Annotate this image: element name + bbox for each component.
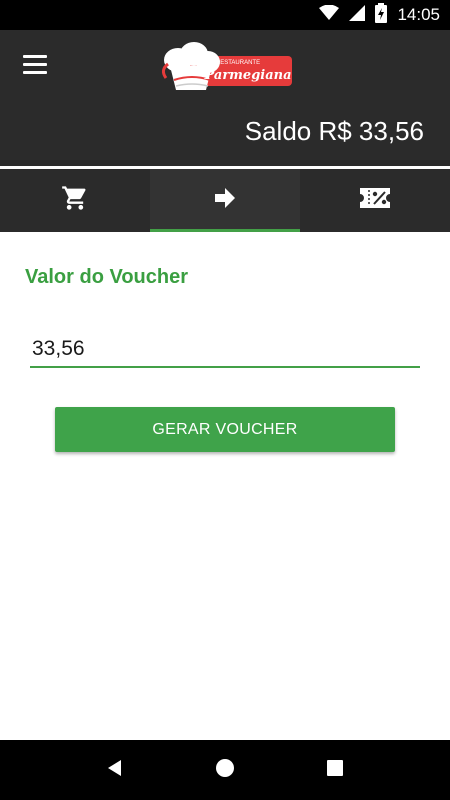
menu-button[interactable]	[18, 50, 52, 78]
tab-voucher[interactable]	[300, 169, 450, 232]
balance-label: Saldo R$ 33,56	[244, 116, 424, 146]
restaurant-logo: RESTAURANTE Parmegiana	[152, 40, 297, 102]
home-button[interactable]	[205, 750, 245, 790]
back-button[interactable]	[95, 750, 135, 790]
battery-charging-icon	[375, 2, 388, 28]
recents-button[interactable]	[315, 750, 355, 790]
arrow-right-icon	[213, 187, 237, 214]
voucher-form: Valor do Voucher GERAR VOUCHER	[0, 232, 450, 740]
tab-transfer[interactable]	[150, 169, 300, 232]
app-bar: RESTAURANTE Parmegiana Saldo R$ 33,56	[0, 30, 450, 166]
logo-top-text: RESTAURANTE	[216, 60, 260, 66]
status-bar: 14:05	[0, 0, 450, 30]
ticket-percent-icon	[359, 187, 391, 214]
wifi-icon	[319, 4, 340, 26]
tab-cart[interactable]	[0, 169, 150, 232]
voucher-amount-input[interactable]	[30, 332, 420, 368]
recents-icon	[326, 759, 344, 782]
tab-bar	[0, 169, 450, 232]
menu-icon-line	[23, 54, 47, 58]
system-nav-bar	[0, 740, 450, 800]
generate-voucher-button[interactable]: GERAR VOUCHER	[55, 407, 395, 452]
logo-brand-text: Parmegiana	[203, 68, 291, 83]
menu-icon-line	[23, 62, 47, 66]
home-icon	[215, 758, 235, 783]
voucher-title: Valor do Voucher	[25, 266, 188, 288]
menu-icon-line	[23, 70, 47, 74]
back-icon	[105, 758, 125, 783]
status-time: 14:05	[397, 5, 440, 24]
cart-icon	[61, 184, 89, 217]
signal-icon	[349, 4, 366, 26]
